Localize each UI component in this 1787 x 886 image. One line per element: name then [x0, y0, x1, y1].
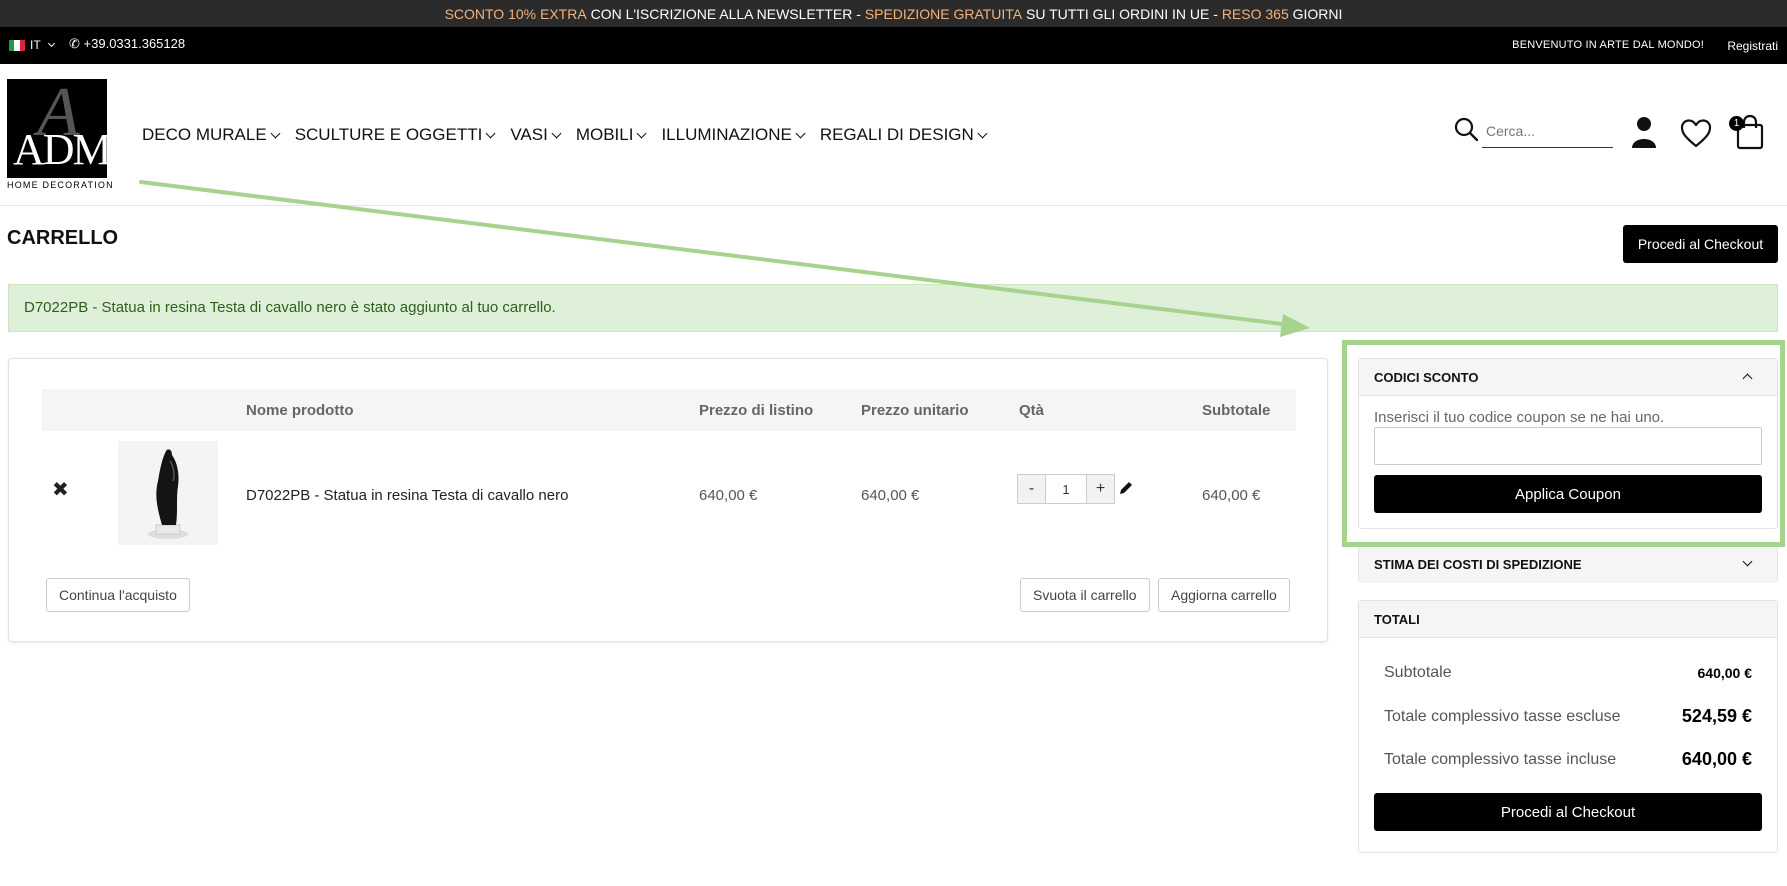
quantity-stepper: - +: [1017, 474, 1115, 504]
heart-icon[interactable]: [1680, 118, 1712, 148]
nav-item-label: VASI: [510, 125, 548, 144]
header-subtotal: Subtotale: [1202, 402, 1271, 419]
row-subtotal: 640,00 €: [1202, 487, 1261, 504]
cart-count-badge: 1: [1729, 116, 1744, 131]
promo-shipping-text: SU TUTTI GLI ORDINI IN UE -: [1022, 5, 1222, 22]
totals-incl-row: Totale complessivo tasse incluse 640,00 …: [1384, 749, 1752, 770]
nav-item-vasi[interactable]: VASI: [510, 125, 562, 145]
product-thumbnail[interactable]: [118, 441, 218, 545]
nav-item-sculture[interactable]: SCULTURE E OGGETTI: [294, 125, 496, 145]
italy-flag-icon: [9, 39, 25, 51]
chevron-down-icon: [977, 128, 988, 138]
subtotal-label: Subtotale: [1384, 664, 1452, 681]
cart-panel: Nome prodotto Prezzo di listino Prezzo u…: [8, 358, 1328, 642]
nav-item-label: DECO MURALE: [142, 125, 267, 144]
promo-discount: SCONTO 10% EXTRA: [444, 5, 587, 22]
coupon-input[interactable]: [1374, 427, 1762, 465]
subtotal-value: 640,00 €: [1697, 665, 1753, 681]
promo-return: RESO 365: [1221, 5, 1289, 22]
header-list-price: Prezzo di listino: [699, 402, 814, 419]
incl-tax-value: 640,00 €: [1681, 749, 1752, 769]
product-name[interactable]: D7022PB - Statua in resina Testa di cava…: [246, 487, 568, 504]
promo-newsletter: CON L'ISCRIZIONE ALLA NEWSLETTER -: [586, 5, 865, 22]
main-nav: DECO MURALE SCULTURE E OGGETTI VASI MOBI…: [142, 125, 988, 145]
search-input[interactable]: [1482, 114, 1613, 148]
coupon-box: CODICI SCONTO Inserisci il tuo codice co…: [1358, 358, 1778, 529]
shipping-header[interactable]: STIMA DEI COSTI DI SPEDIZIONE: [1359, 546, 1777, 583]
logo-mark: A ADM: [7, 79, 107, 178]
update-cart-button[interactable]: Aggiorna carrello: [1158, 578, 1290, 612]
chevron-down-icon: [551, 128, 562, 138]
chevron-down-icon: [637, 128, 647, 138]
excl-tax-label: Totale complessivo tasse escluse: [1384, 707, 1621, 725]
coupon-title: CODICI SCONTO: [1374, 370, 1479, 385]
chevron-down-icon: [270, 128, 281, 138]
shipping-title: STIMA DEI COSTI DI SPEDIZIONE: [1374, 557, 1582, 572]
nav-item-deco-murale[interactable]: DECO MURALE: [142, 125, 281, 145]
header-product-name: Nome prodotto: [246, 402, 354, 419]
coupon-header[interactable]: CODICI SCONTO: [1359, 359, 1777, 396]
incl-tax-label: Totale complessivo tasse incluse: [1384, 750, 1617, 768]
continue-shopping-button[interactable]: Continua l'acquisto: [46, 578, 190, 612]
nav-item-regali[interactable]: REGALI DI DESIGN: [819, 125, 988, 145]
header-divider: [0, 205, 1787, 206]
logo[interactable]: A ADM HOME DECORATION: [7, 79, 113, 191]
chevron-up-icon: [1742, 373, 1753, 384]
checkout-button-bottom[interactable]: Procedi al Checkout: [1374, 793, 1762, 831]
nav-item-label: ILLUMINAZIONE: [661, 125, 792, 144]
cart-row: ✖ D7022PB - Statua in resina Testa di ca…: [42, 441, 1296, 545]
search-icon[interactable]: [1454, 117, 1478, 141]
totals-subtotal-row: Subtotale 640,00 €: [1384, 664, 1752, 682]
totals-excl-row: Totale complessivo tasse escluse 524,59 …: [1384, 706, 1752, 727]
promo-bar: SCONTO 10% EXTRA CON L'ISCRIZIONE ALLA N…: [0, 0, 1787, 27]
nav-item-label: REGALI DI DESIGN: [819, 125, 974, 144]
language-selector[interactable]: IT: [9, 38, 55, 52]
chevron-down-icon: [485, 128, 496, 138]
unit-price: 640,00 €: [861, 487, 920, 504]
nav-item-illuminazione[interactable]: ILLUMINAZIONE: [661, 125, 806, 145]
user-icon[interactable]: [1632, 116, 1656, 148]
totals-header: TOTALI: [1359, 601, 1777, 638]
remove-item-icon[interactable]: ✖: [52, 477, 69, 502]
top-bar: IT ✆ +39.0331.365128 BENVENUTO IN ARTE D…: [0, 27, 1787, 64]
nav-item-label: MOBILI: [575, 125, 634, 144]
shipping-estimate-box[interactable]: STIMA DEI COSTI DI SPEDIZIONE: [1358, 545, 1778, 583]
list-price: 640,00 €: [699, 487, 758, 504]
chevron-down-icon: [1742, 556, 1753, 567]
promo-shipping: SPEDIZIONE GRATUITA: [864, 5, 1023, 22]
qty-decrease-button[interactable]: -: [1017, 474, 1046, 504]
success-alert: D7022PB - Statua in resina Testa di cava…: [8, 284, 1778, 332]
checkout-button-top[interactable]: Procedi al Checkout: [1623, 225, 1778, 263]
phone-number: +39.0331.365128: [83, 36, 186, 51]
header-qty: Qtà: [1019, 402, 1045, 419]
coupon-hint: Inserisci il tuo codice coupon se ne hai…: [1374, 409, 1665, 426]
cart-table-header: Nome prodotto Prezzo di listino Prezzo u…: [42, 389, 1296, 431]
qty-increase-button[interactable]: +: [1086, 474, 1115, 504]
totals-title: TOTALI: [1374, 612, 1420, 627]
empty-cart-button[interactable]: Svuota il carrello: [1020, 578, 1150, 612]
nav-item-mobili[interactable]: MOBILI: [575, 125, 647, 145]
language-label: IT: [30, 38, 41, 52]
welcome-text: BENVENUTO IN ARTE DAL MONDO!: [1512, 39, 1704, 51]
page-title: CARRELLO: [7, 227, 119, 249]
qty-input[interactable]: [1046, 474, 1086, 504]
register-link[interactable]: Registrati: [1727, 39, 1778, 53]
nav-item-label: SCULTURE E OGGETTI: [294, 125, 483, 144]
logo-subtitle: HOME DECORATION: [7, 180, 114, 190]
edit-pencil-icon[interactable]: [1117, 479, 1135, 497]
apply-coupon-button[interactable]: Applica Coupon: [1374, 475, 1762, 513]
totals-box: TOTALI Subtotale 640,00 € Totale comples…: [1358, 600, 1778, 853]
logo-text: ADM: [13, 125, 107, 174]
phone-icon: ✆: [69, 36, 80, 51]
chevron-down-icon: [47, 39, 55, 47]
phone-link[interactable]: ✆ +39.0331.365128: [69, 36, 185, 52]
header-unit-price: Prezzo unitario: [861, 402, 969, 419]
excl-tax-value: 524,59 €: [1681, 706, 1752, 726]
promo-return-text: GIORNI: [1288, 5, 1343, 22]
chevron-down-icon: [795, 128, 806, 138]
